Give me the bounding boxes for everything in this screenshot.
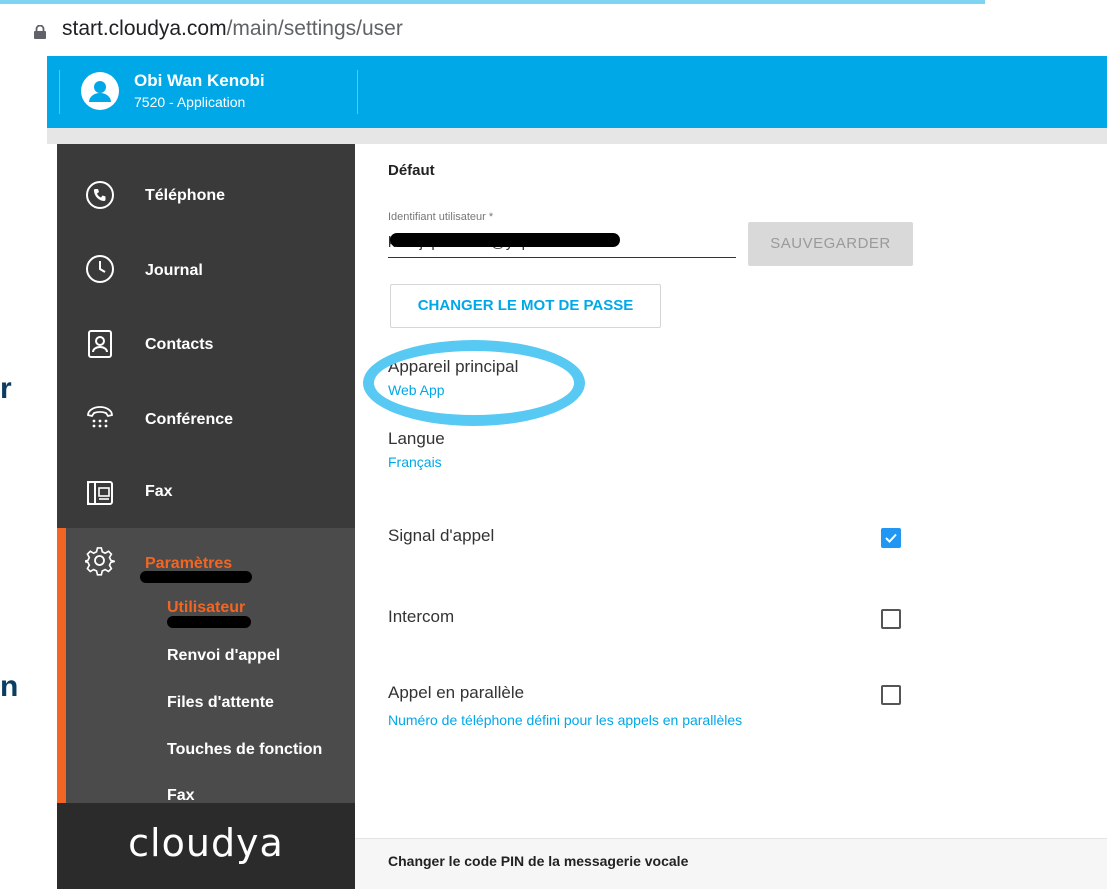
user-name: Obi Wan Kenobi bbox=[134, 71, 265, 90]
highlight-annotation bbox=[363, 340, 585, 426]
lock-icon[interactable] bbox=[34, 24, 46, 39]
settings-panel: Défaut Identifiant utilisateur * SAUVEGA… bbox=[355, 144, 1107, 889]
app-header: Obi Wan Kenobi 7520 - Application bbox=[47, 56, 1107, 128]
url-path: /main/settings/user bbox=[226, 17, 403, 40]
contact-card-icon bbox=[85, 329, 115, 359]
check-icon bbox=[885, 533, 897, 543]
section-title: Défaut bbox=[388, 162, 435, 179]
header-divider bbox=[59, 70, 60, 114]
intercom-label: Intercom bbox=[388, 607, 455, 626]
edge-partial-text: n bbox=[0, 670, 19, 703]
sidebar-item-contacts[interactable]: Contacts bbox=[57, 307, 355, 381]
gear-icon[interactable] bbox=[83, 546, 115, 576]
sidebar-item-label: Contacts bbox=[145, 336, 214, 353]
intercom-checkbox[interactable] bbox=[881, 609, 901, 629]
header-divider bbox=[357, 70, 358, 114]
brand-footer: cloudya bbox=[57, 803, 355, 889]
save-button[interactable]: SAUVEGARDER bbox=[748, 222, 913, 266]
sidebar-item-label: Journal bbox=[145, 262, 203, 279]
sidebar-item-conference[interactable]: Conférence bbox=[57, 381, 355, 455]
sidebar-item-fax[interactable]: Fax bbox=[57, 454, 355, 528]
voicemail-pin-row[interactable]: Changer le code PIN de la messagerie voc… bbox=[355, 838, 1107, 889]
change-password-button[interactable]: CHANGER LE MOT DE PASSE bbox=[390, 284, 661, 328]
sidebar-item-journal[interactable]: Journal bbox=[57, 232, 355, 306]
user-id-label: Identifiant utilisateur * bbox=[388, 211, 494, 223]
redaction-mark bbox=[140, 571, 252, 583]
redaction-mark bbox=[167, 616, 251, 628]
sidebar-item-telephone[interactable]: Téléphone bbox=[57, 158, 355, 232]
sidebar-subitem-queues[interactable]: Files d'attente bbox=[167, 694, 274, 712]
conference-phone-icon bbox=[85, 403, 115, 433]
language-label: Langue bbox=[388, 429, 445, 448]
call-waiting-label: Signal d'appel bbox=[388, 526, 495, 545]
url-text[interactable]: start.cloudya.com/main/settings/user bbox=[62, 17, 403, 41]
parallel-call-label: Appel en parallèle bbox=[388, 683, 525, 702]
parallel-call-number-link[interactable]: Numéro de téléphone défini pour les appe… bbox=[388, 712, 742, 728]
browser-address-bar[interactable]: start.cloudya.com/main/settings/user bbox=[0, 4, 1107, 54]
language-value[interactable]: Français bbox=[388, 454, 442, 470]
sidebar-item-label: Fax bbox=[145, 483, 173, 500]
sidebar: Téléphone Journal Contacts Conférence Fa… bbox=[57, 144, 355, 889]
edge-partial-text: r bbox=[0, 372, 12, 405]
sidebar-item-label: Téléphone bbox=[145, 187, 226, 204]
sidebar-item-label: Conférence bbox=[145, 411, 234, 428]
parallel-call-checkbox[interactable] bbox=[881, 685, 901, 705]
active-indicator bbox=[57, 528, 66, 803]
url-host: start.cloudya.com bbox=[62, 17, 227, 40]
clock-icon bbox=[85, 254, 115, 284]
sidebar-subitem-user[interactable]: Utilisateur bbox=[167, 599, 245, 617]
sidebar-subitem-call-forwarding[interactable]: Renvoi d'appel bbox=[167, 647, 280, 665]
user-extension: 7520 - Application bbox=[134, 94, 246, 110]
redaction-mark bbox=[390, 233, 620, 247]
cloudya-logo: cloudya bbox=[128, 821, 284, 865]
user-icon bbox=[89, 81, 111, 102]
call-waiting-checkbox[interactable] bbox=[881, 528, 901, 548]
voicemail-pin-label: Changer le code PIN de la messagerie voc… bbox=[388, 853, 689, 869]
phone-icon bbox=[85, 180, 115, 210]
sidebar-subitem-function-keys[interactable]: Touches de fonction bbox=[167, 741, 322, 759]
avatar[interactable] bbox=[81, 72, 119, 110]
fax-icon bbox=[85, 476, 115, 506]
content-top-gap bbox=[47, 128, 1107, 144]
